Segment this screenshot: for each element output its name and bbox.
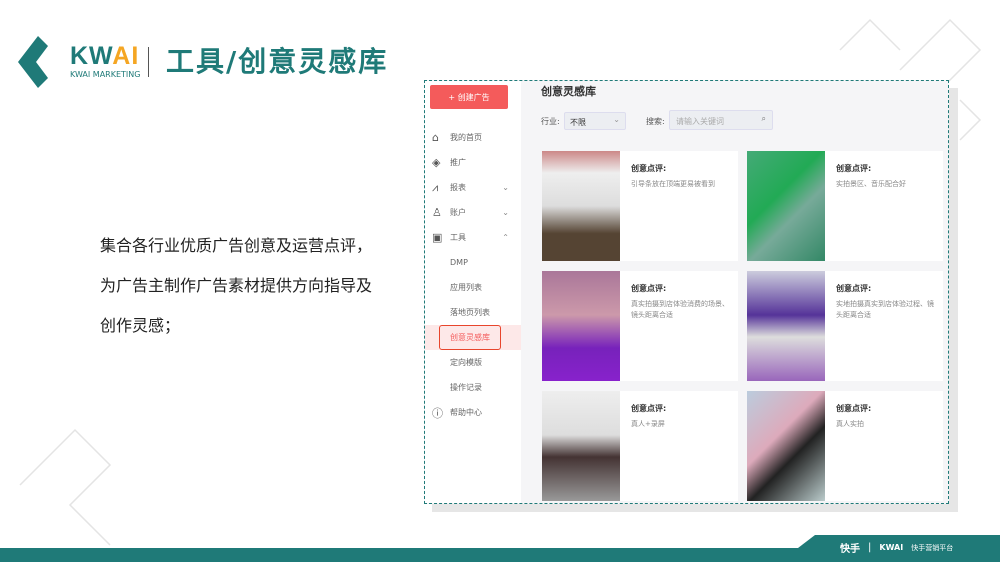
- creative-card[interactable]: 创意点评: 真人实拍: [747, 391, 943, 501]
- search-label: 搜索:: [646, 117, 665, 126]
- card-comment: 实拍景区、音乐配合好: [836, 180, 906, 188]
- home-icon: ⌂: [432, 131, 439, 144]
- description: 集合各行业优质广告创意及运营点评， 为广告主制作广告素材提供方向指导及 创作灵感…: [100, 226, 400, 346]
- kwai-footer-logo: KWAI: [879, 543, 904, 552]
- sidebar-item-label: 操作记录: [450, 383, 482, 392]
- sidebar-item[interactable]: 应用列表: [425, 275, 521, 300]
- card-title: 创意点评:: [836, 284, 872, 293]
- sidebar-item[interactable]: ♙ 账户 ⌄: [425, 200, 521, 225]
- creative-card[interactable]: 创意点评: 实拍景区、音乐配合好: [747, 151, 943, 261]
- chevron-icon: ⌄: [502, 183, 509, 192]
- sidebar-item[interactable]: 落地页列表: [425, 300, 521, 325]
- brand-subtitle: KWAI MARKETING: [70, 70, 141, 79]
- card-title: 创意点评:: [836, 404, 872, 413]
- chart-icon: ⩘: [432, 180, 439, 194]
- kuaishou-logo: 快手: [840, 544, 860, 555]
- description-line: 集合各行业优质广告创意及运营点评，: [100, 236, 373, 255]
- sidebar-item[interactable]: 操作记录: [425, 375, 521, 400]
- sidebar-item-label: 我的首页: [450, 133, 482, 142]
- sidebar-item-label: 帮助中心: [450, 408, 482, 417]
- divider: [148, 47, 149, 77]
- kwai-logo-icon: [18, 36, 48, 88]
- page-title: 创意灵感库: [541, 85, 596, 98]
- industry-select[interactable]: 不限 ⌄: [564, 112, 626, 130]
- creative-card[interactable]: 创意点评: 真人+录屏: [542, 391, 738, 501]
- sidebar-item-label: 应用列表: [450, 283, 482, 292]
- layers-icon: ◈: [432, 156, 441, 169]
- sidebar-item[interactable]: ◈ 推广: [425, 150, 521, 175]
- sidebar-item-label: 账户: [450, 208, 466, 217]
- sidebar-item-label: DMP: [450, 258, 468, 267]
- sidebar-item-label: 定向模版: [450, 358, 482, 367]
- sidebar: + 创建广告 ⌂ 我的首页 ◈ 推广 ⩘ 报表 ⌄ ♙ 账户 ⌄ ▣ 工具 ⌃ DMP 应用列表落地页列表创…: [425, 81, 521, 503]
- card-title: 创意点评:: [631, 164, 667, 173]
- card-comment: 实地拍摄真实到店体验过程、镜头距离合适: [836, 300, 934, 319]
- help-icon: ⓘ: [432, 406, 443, 420]
- platform-name: 快手营销平台: [911, 543, 954, 552]
- decorative-diamond: [19, 428, 112, 546]
- chevron-down-icon: ⌄: [613, 115, 620, 124]
- card-title: 创意点评:: [631, 404, 667, 413]
- card-title: 创意点评:: [631, 284, 667, 293]
- sidebar-item[interactable]: DMP: [425, 250, 521, 275]
- sidebar-item[interactable]: ⓘ 帮助中心: [425, 400, 521, 425]
- card-title: 创意点评:: [836, 164, 872, 173]
- app-screenshot: + 创建广告 ⌂ 我的首页 ◈ 推广 ⩘ 报表 ⌄ ♙ 账户 ⌄ ▣ 工具 ⌃ DMP 应用列表 落地页列表创…: [424, 80, 949, 504]
- chevron-icon: ⌄: [502, 208, 509, 217]
- sidebar-item-label: 工具: [450, 233, 466, 242]
- creative-thumbnail[interactable]: [747, 151, 825, 261]
- creative-thumbnail[interactable]: [747, 391, 825, 501]
- footer-brands: 快手 | KWAI 快手营销平台: [840, 540, 953, 555]
- industry-label: 行业:: [541, 117, 560, 126]
- creative-card[interactable]: 创意点评: 实地拍摄真实到店体验过程、镜头距离合适: [747, 271, 943, 381]
- search-icon: ⌕: [761, 114, 766, 123]
- sidebar-item[interactable]: ⩘ 报表 ⌄: [425, 175, 521, 200]
- card-comment: 引导条放在顶端更易被看到: [631, 180, 715, 188]
- create-ad-button[interactable]: + 创建广告: [430, 85, 508, 109]
- divider: |: [868, 542, 872, 553]
- sidebar-item-label: 落地页列表: [450, 308, 490, 317]
- sidebar-item-label: 报表: [450, 183, 466, 192]
- creative-thumbnail[interactable]: [747, 271, 825, 381]
- sidebar-item[interactable]: ▣ 工具 ⌃: [425, 225, 521, 250]
- card-comment: 真人+录屏: [631, 420, 665, 428]
- search-placeholder: 请输入关键词: [676, 117, 724, 126]
- user-icon: ♙: [432, 206, 442, 219]
- description-line: 为广告主制作广告素材提供方向指导及: [100, 276, 373, 295]
- chevron-icon: ⌃: [502, 233, 509, 242]
- sidebar-item-label: 推广: [450, 158, 466, 167]
- card-comment: 真人实拍: [836, 420, 864, 428]
- search-input[interactable]: 请输入关键词 ⌕: [669, 110, 773, 130]
- sidebar-item-label: 创意灵感库: [439, 325, 501, 350]
- creative-thumbnail[interactable]: [542, 391, 620, 501]
- creative-thumbnail[interactable]: [542, 151, 620, 261]
- sidebar-item[interactable]: ⌂ 我的首页: [425, 125, 521, 150]
- card-comment: 真实拍摄到店体验消费的场景、镜头距离合适: [631, 300, 729, 319]
- industry-value: 不限: [570, 118, 586, 127]
- footer-slant: [798, 535, 815, 548]
- sidebar-item[interactable]: 创意灵感库: [425, 325, 521, 350]
- creative-card[interactable]: 创意点评: 引导条放在顶端更易被看到: [542, 151, 738, 261]
- brand-logo: KWAI: [70, 42, 140, 70]
- description-line: 创作灵感；: [100, 316, 181, 335]
- creative-card[interactable]: 创意点评: 真实拍摄到店体验消费的场景、镜头距离合适: [542, 271, 738, 381]
- creative-thumbnail[interactable]: [542, 271, 620, 381]
- page-heading: 工具/创意灵感库: [166, 45, 389, 78]
- sidebar-item[interactable]: 定向模版: [425, 350, 521, 375]
- toolbox-icon: ▣: [432, 231, 443, 244]
